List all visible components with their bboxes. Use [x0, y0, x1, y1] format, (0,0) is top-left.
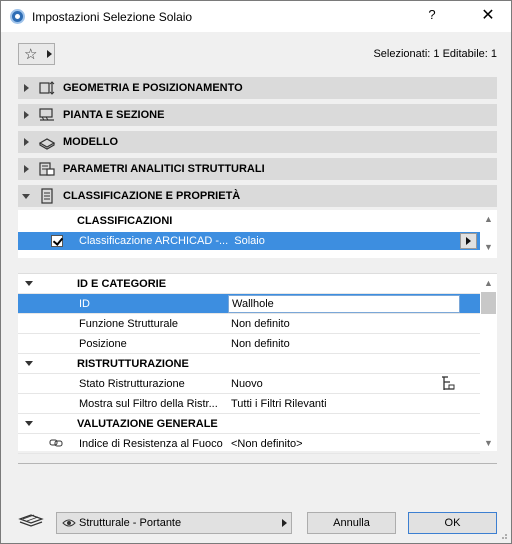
star-icon: ☆ — [24, 46, 38, 63]
group-row[interactable]: VALUTAZIONE GENERALE — [18, 414, 480, 434]
document-icon — [41, 188, 53, 204]
property-name: Posizione — [79, 338, 127, 350]
cancel-button[interactable]: Annulla — [307, 512, 396, 534]
arrow-right-icon — [47, 50, 52, 58]
resize-grip-icon[interactable] — [498, 530, 508, 540]
panel-label: GEOMETRIA E POSIZIONAMENTO — [63, 82, 243, 94]
expand-arrow-icon — [24, 165, 29, 173]
property-value: Tutti i Filtri Rilevanti — [231, 398, 327, 410]
panel-label: PARAMETRI ANALITICI STRUTTURALI — [63, 163, 265, 175]
property-name: Indice di Resistenza al Fuoco — [79, 438, 223, 450]
group-row[interactable]: ID E CATEGORIE — [18, 274, 480, 294]
help-button[interactable]: ? — [424, 7, 440, 25]
property-row-id[interactable]: ID — [18, 294, 480, 314]
classifications-header: CLASSIFICAZIONI — [77, 215, 173, 227]
scroll-down-icon[interactable]: ▼ — [484, 438, 493, 448]
panel-label: MODELLO — [63, 136, 118, 148]
property-value: <Non definito> — [231, 438, 303, 450]
panel-label: PIANTA E SEZIONE — [63, 109, 165, 121]
property-name: Stato Ristrutturazione — [79, 378, 185, 390]
title-bar: Impostazioni Selezione Solaio ? ✕ — [1, 1, 511, 32]
ok-button[interactable]: OK — [408, 512, 497, 534]
collapse-arrow-icon — [22, 194, 30, 199]
layers-icon — [18, 514, 44, 527]
classification-value: Solaio — [234, 235, 265, 247]
collapse-arrow-icon — [25, 421, 33, 426]
panel-classification-properties[interactable]: CLASSIFICAZIONE E PROPRIETÀ — [18, 185, 497, 207]
property-row[interactable]: Stato Ristrutturazione Nuovo — [18, 374, 480, 394]
eye-icon — [62, 519, 76, 527]
favorites-button[interactable]: ☆ — [18, 43, 55, 65]
geometry-icon — [39, 81, 55, 95]
scroll-up-icon[interactable]: ▲ — [484, 278, 493, 288]
properties-table: ID E CATEGORIE ID Funzione Strutturale N… — [18, 273, 497, 454]
panel-label: CLASSIFICAZIONE E PROPRIETÀ — [63, 190, 241, 202]
expand-arrow-icon — [24, 111, 29, 119]
layer-select[interactable]: Strutturale - Portante — [56, 512, 292, 534]
collapse-arrow-icon — [25, 361, 33, 366]
structural-icon — [39, 162, 55, 176]
model-icon — [38, 138, 56, 150]
divider — [18, 463, 497, 464]
classification-text: Classificazione ARCHICAD -... Solaio — [79, 235, 265, 247]
selection-status: Selezionati: 1 Editabile: 1 — [373, 48, 497, 60]
classification-checkbox[interactable] — [51, 235, 63, 247]
group-row[interactable]: RISTRUTTURAZIONE — [18, 354, 480, 374]
collapse-arrow-icon — [25, 281, 33, 286]
property-value: Non definito — [231, 318, 290, 330]
property-row[interactable]: Mostra sul Filtro della Ristr... Tutti i… — [18, 394, 480, 414]
expand-arrow-icon — [24, 138, 29, 146]
property-row[interactable]: Funzione Strutturale Non definito — [18, 314, 480, 334]
property-value: Nuovo — [231, 378, 263, 390]
classification-row[interactable]: Classificazione ARCHICAD -... Solaio — [18, 232, 480, 250]
close-button[interactable]: ✕ — [477, 5, 499, 27]
panel-model[interactable]: MODELLO — [18, 131, 497, 153]
link-icon — [49, 439, 63, 447]
group-name: VALUTAZIONE GENERALE — [77, 418, 218, 430]
panel-geometry[interactable]: GEOMETRIA E POSIZIONAMENTO — [18, 77, 497, 99]
id-input[interactable] — [228, 295, 460, 313]
scroll-up-icon[interactable]: ▲ — [484, 214, 493, 224]
expand-arrow-icon — [24, 84, 29, 92]
property-name: Funzione Strutturale — [79, 318, 179, 330]
panel-structural-analytics[interactable]: PARAMETRI ANALITICI STRUTTURALI — [18, 158, 497, 180]
arrow-right-icon — [282, 519, 287, 527]
layer-name: Strutturale - Portante — [79, 517, 182, 529]
archicad-app-icon — [10, 9, 25, 24]
group-name: RISTRUTTURAZIONE — [77, 358, 189, 370]
window-title: Impostazioni Selezione Solaio — [32, 10, 193, 24]
classifications-list: CLASSIFICAZIONI Classificazione ARCHICAD… — [18, 210, 497, 258]
floor-plan-icon — [39, 108, 54, 121]
property-row[interactable]: Posizione Non definito — [18, 334, 480, 354]
scroll-down-icon[interactable]: ▼ — [484, 242, 493, 252]
property-value: Non definito — [231, 338, 290, 350]
classification-name: Classificazione ARCHICAD -... — [79, 235, 229, 247]
group-name: ID E CATEGORIE — [77, 278, 167, 290]
hierarchy-icon[interactable] — [440, 376, 458, 392]
panel-floor-plan-section[interactable]: PIANTA E SEZIONE — [18, 104, 497, 126]
dialog-window: Impostazioni Selezione Solaio ? ✕ ☆ Sele… — [0, 0, 512, 544]
property-name: Mostra sul Filtro della Ristr... — [79, 398, 218, 410]
property-name: ID — [79, 298, 90, 310]
property-row[interactable]: Indice di Resistenza al Fuoco <Non defin… — [18, 434, 480, 454]
scrollbar-thumb[interactable] — [481, 292, 496, 314]
classification-picker-button[interactable] — [460, 233, 477, 249]
